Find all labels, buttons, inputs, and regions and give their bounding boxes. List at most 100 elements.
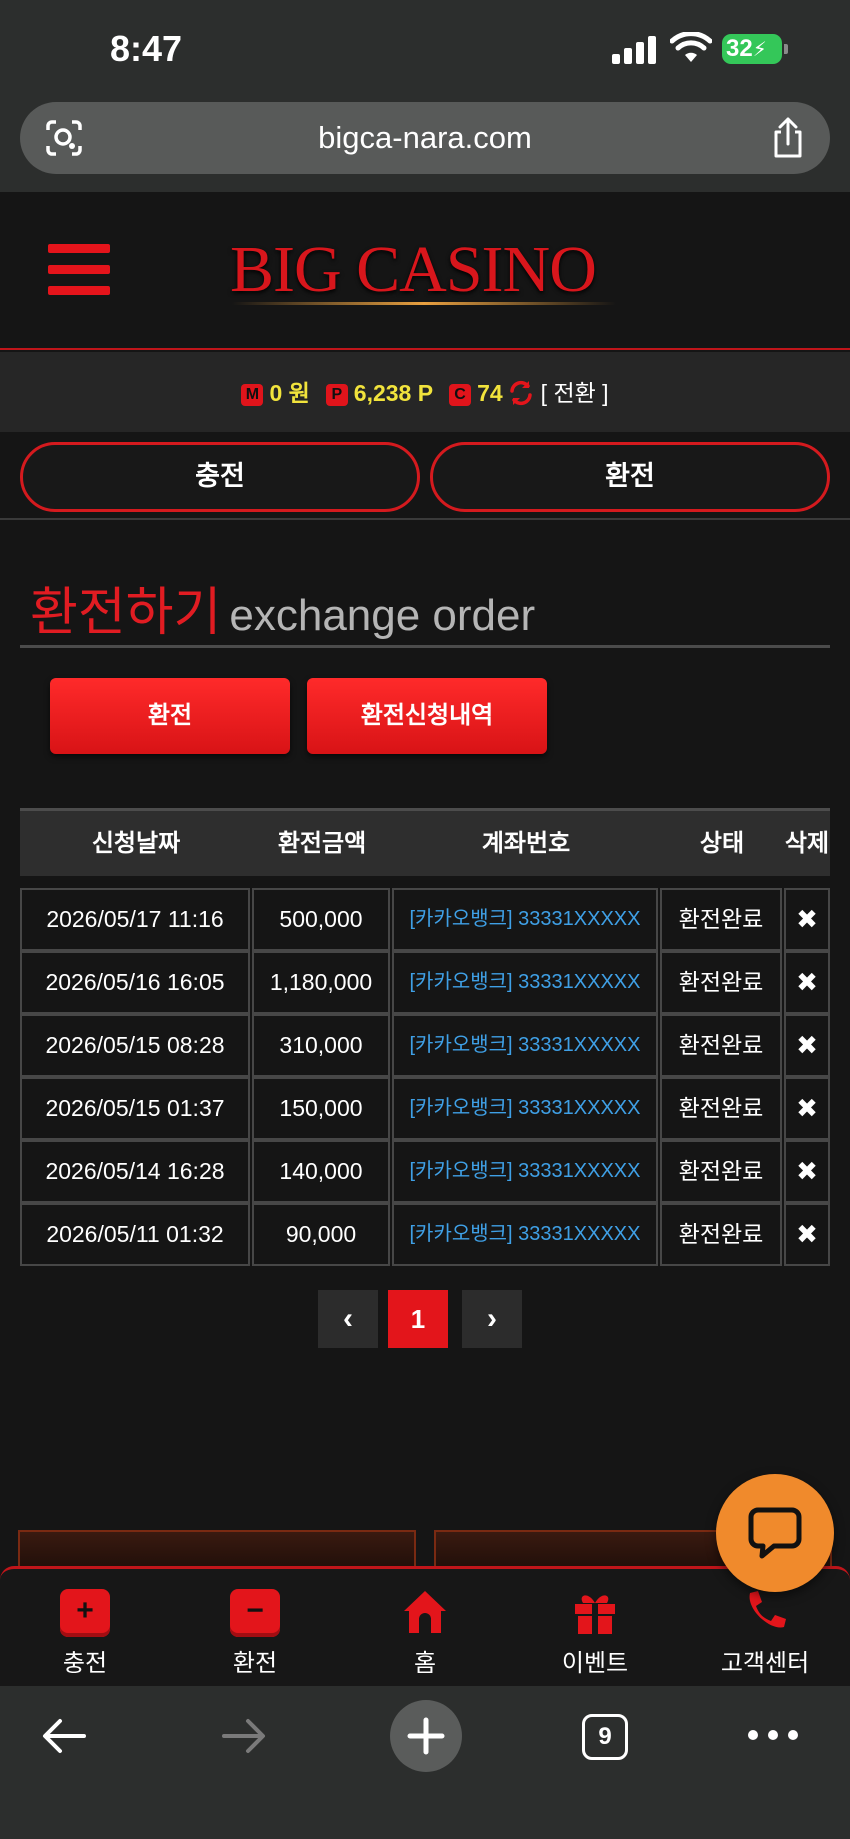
cell-account: [카카오뱅크] 33331XXXXX <box>392 1203 658 1266</box>
cell-amount: 310,000 <box>252 1014 390 1077</box>
share-icon[interactable] <box>768 116 808 160</box>
cell-date: 2026/05/11 01:32 <box>20 1203 250 1266</box>
cell-status: 환전완료 <box>660 1077 782 1140</box>
top-action-bar: 충전 환전 <box>0 432 850 520</box>
back-arrow-icon[interactable] <box>40 1712 88 1760</box>
page-title: 환전하기 exchange order <box>30 570 535 645</box>
cell-account: [카카오뱅크] 33331XXXXX <box>392 1140 658 1203</box>
hamburger-menu-icon[interactable] <box>48 244 110 296</box>
refresh-icon[interactable] <box>507 379 535 407</box>
cell-status: 환전완료 <box>660 1203 782 1266</box>
logo-underline <box>232 302 616 305</box>
nav-label: 고객센터 <box>720 1650 810 1677</box>
delete-icon[interactable]: ✖ <box>784 951 830 1014</box>
cell-account: [카카오뱅크] 33331XXXXX <box>392 1077 658 1140</box>
table-row: 2026/05/11 01:32 90,000 [카카오뱅크] 33331XXXXX… <box>20 1203 830 1266</box>
column-header-delete: 삭제 <box>784 830 830 857</box>
balance-row: M0 원 P 6,238 P C 74 [ 전환 ] <box>0 374 850 408</box>
money-badge-icon: M <box>241 384 264 406</box>
cell-date: 2026/05/16 16:05 <box>20 951 250 1014</box>
nav-label: 충전 <box>62 1650 108 1677</box>
phone-icon <box>749 1591 786 1628</box>
chat-button[interactable] <box>716 1474 834 1592</box>
table-row: 2026/05/14 16:28 140,000 [카카오뱅크] 33331XXXX… <box>20 1140 830 1203</box>
nav-item-event[interactable]: 이벤트 <box>510 1569 680 1689</box>
exchange-tab-button[interactable]: 환전 <box>50 678 290 754</box>
exchange-history-button[interactable]: 환전신청내역 <box>307 678 547 754</box>
withdraw-button[interactable]: 환전 <box>430 442 830 512</box>
cell-date: 2026/05/15 01:37 <box>20 1077 250 1140</box>
deposit-button[interactable]: 충전 <box>20 442 420 512</box>
balance-bar: M0 원 P 6,238 P C 74 [ 전환 ] <box>0 352 850 432</box>
nav-label: 환전 <box>232 1650 278 1677</box>
nav-label: 이벤트 <box>561 1650 629 1677</box>
battery-icon: 32⚡ <box>722 34 782 64</box>
comp-badge-icon: C <box>449 384 472 406</box>
cell-amount: 500,000 <box>252 888 390 951</box>
gift-icon <box>575 1595 615 1634</box>
page-title-text: 환전하기 <box>30 584 222 642</box>
table-header: 신청날짜 환전금액 계좌번호 상태 삭제 <box>20 808 830 876</box>
cell-status: 환전완료 <box>660 1014 782 1077</box>
delete-icon[interactable]: ✖ <box>784 1014 830 1077</box>
battery-cap <box>784 44 788 54</box>
point-badge-icon: P <box>325 384 348 406</box>
delete-icon[interactable]: ✖ <box>784 1140 830 1203</box>
delete-icon[interactable]: ✖ <box>784 1203 830 1266</box>
url-text: bigca-nara.com <box>318 120 532 155</box>
wifi-icon <box>670 32 712 62</box>
minus-icon: − <box>230 1589 280 1637</box>
tab-count-button[interactable]: 9 <box>582 1714 628 1760</box>
more-menu-icon[interactable] <box>748 1714 798 1754</box>
point-balance: 6,238 P <box>353 380 434 406</box>
chat-bubble-icon <box>748 1507 802 1559</box>
site-logo[interactable]: BIG CASINO <box>230 232 597 308</box>
next-page-button[interactable]: › <box>462 1290 522 1348</box>
nav-label: 홈 <box>413 1650 437 1677</box>
home-icon <box>404 1591 446 1633</box>
plus-icon: + <box>60 1589 110 1637</box>
nav-item-home[interactable]: 홈 <box>340 1569 510 1689</box>
comp-balance: 74 <box>477 380 503 406</box>
status-time: 8:47 <box>110 28 183 69</box>
cell-date: 2026/05/14 16:28 <box>20 1140 250 1203</box>
cell-status: 환전완료 <box>660 888 782 951</box>
address-bar[interactable]: bigca-nara.com <box>20 102 830 174</box>
cell-status: 환전완료 <box>660 1140 782 1203</box>
delete-icon[interactable]: ✖ <box>784 888 830 951</box>
browser-toolbar: 9 <box>0 1686 850 1839</box>
table-row: 2026/05/15 01:37 150,000 [카카오뱅크] 33331XXXX… <box>20 1077 830 1140</box>
cell-date: 2026/05/15 08:28 <box>20 1014 250 1077</box>
nav-item-deposit[interactable]: + 충전 <box>0 1569 170 1689</box>
cell-amount: 1,180,000 <box>252 951 390 1014</box>
cell-amount: 90,000 <box>252 1203 390 1266</box>
cell-date: 2026/05/17 11:16 <box>20 888 250 951</box>
prev-page-button[interactable]: ‹ <box>318 1290 378 1348</box>
table-row: 2026/05/15 08:28 310,000 [카카오뱅크] 33331XXXX… <box>20 1014 830 1077</box>
new-tab-button[interactable] <box>390 1700 462 1772</box>
screen: { "status_bar": { "time": "8:47", "batte… <box>0 0 850 1839</box>
forward-arrow-icon[interactable] <box>220 1712 268 1760</box>
column-header-account: 계좌번호 <box>481 830 571 857</box>
column-header-amount: 환전금액 <box>277 830 367 857</box>
bottom-navigation: + 충전 − 환전 홈 이벤트 고객센터 <box>0 1566 850 1686</box>
cell-account: [카카오뱅크] 33331XXXXX <box>392 1014 658 1077</box>
cell-amount: 150,000 <box>252 1077 390 1140</box>
cellular-signal-icon <box>612 36 658 64</box>
browser-address-area: bigca-nara.com <box>0 100 850 192</box>
table-row: 2026/05/17 11:16 500,000 [카카오뱅크] 33331XXXX… <box>20 888 830 951</box>
page-subtitle: exchange order <box>229 591 536 640</box>
nav-item-withdraw[interactable]: − 환전 <box>170 1569 340 1689</box>
table-row: 2026/05/16 16:05 1,180,000 [카카오뱅크] 33331XX… <box>20 951 830 1014</box>
status-bar: 8:47 32⚡ <box>0 0 850 100</box>
point-switch-link[interactable]: [ 전환 ] <box>541 380 609 406</box>
title-divider <box>20 645 830 648</box>
cell-amount: 140,000 <box>252 1140 390 1203</box>
site-header: BIG CASINO <box>0 192 850 350</box>
page-1-button[interactable]: 1 <box>388 1290 448 1348</box>
column-header-date: 신청날짜 <box>91 830 181 857</box>
cell-account: [카카오뱅크] 33331XXXXX <box>392 951 658 1014</box>
plus-icon <box>407 1717 445 1755</box>
cell-status: 환전완료 <box>660 951 782 1014</box>
delete-icon[interactable]: ✖ <box>784 1077 830 1140</box>
